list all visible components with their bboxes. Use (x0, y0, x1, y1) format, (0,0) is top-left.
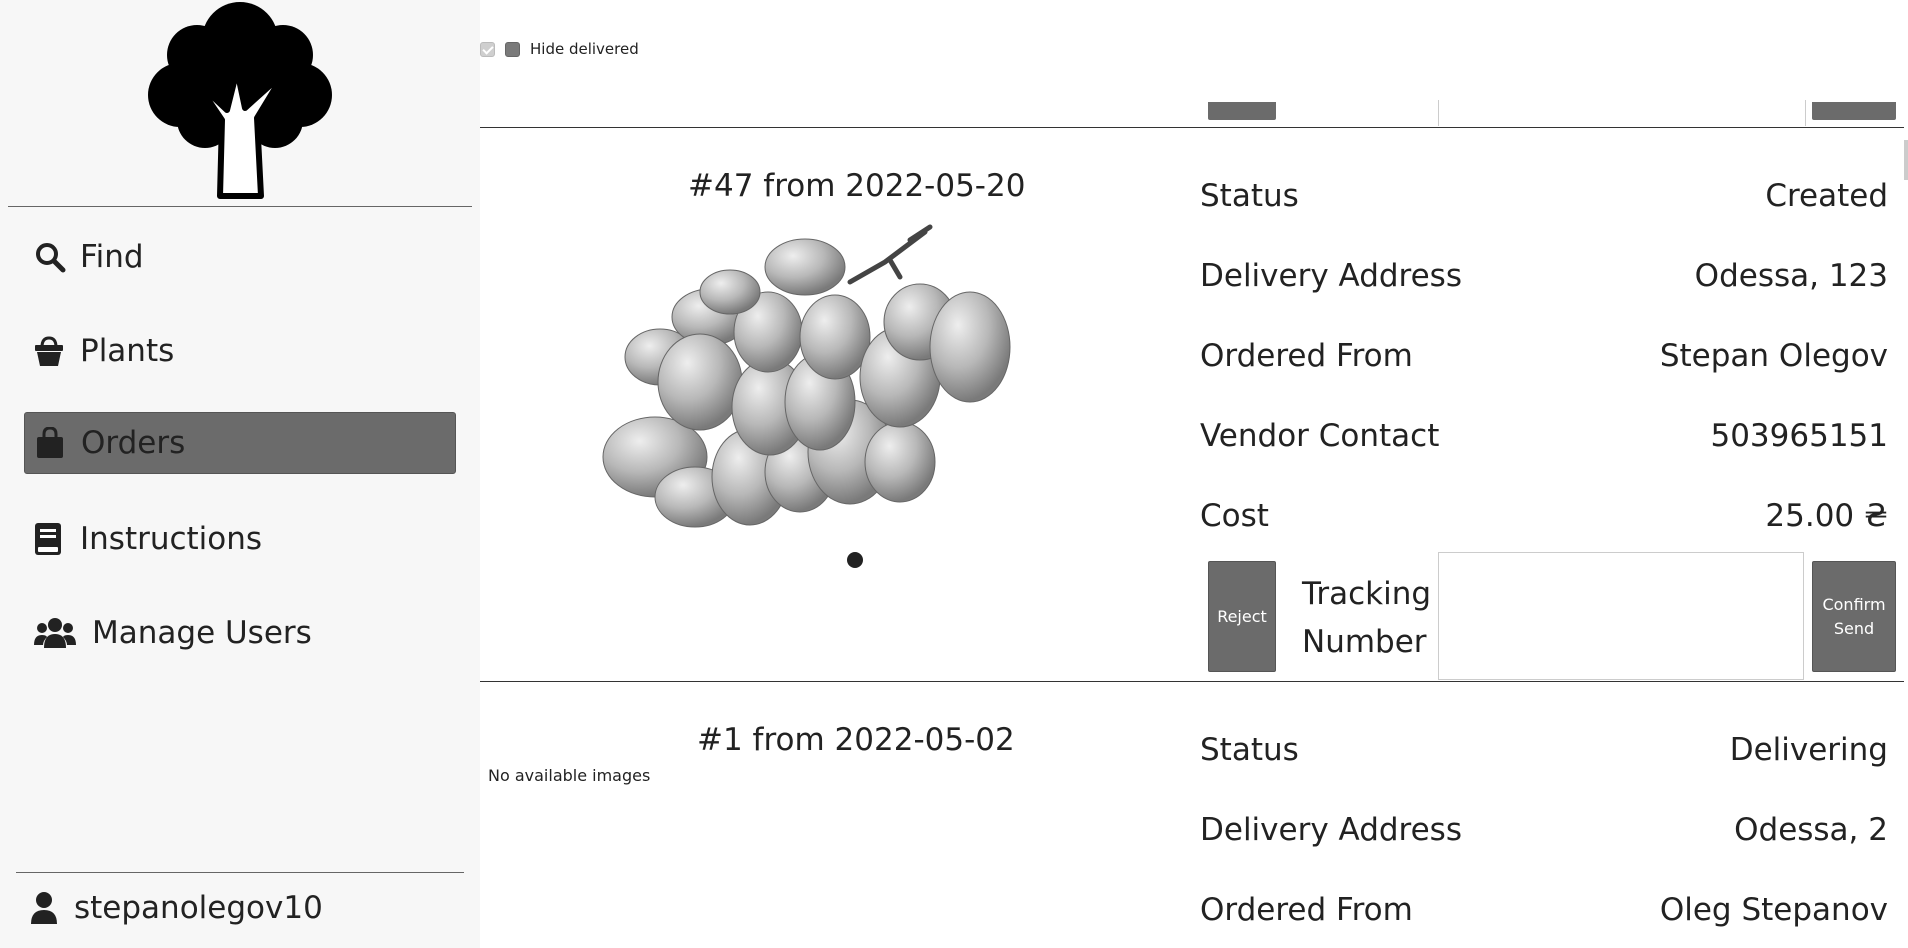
users-icon (24, 616, 92, 650)
status-row: Status Delivering (1200, 730, 1888, 770)
status-label: Status (1200, 178, 1299, 214)
status-row: Status Created (1200, 176, 1888, 216)
order-title: #1 from 2022-05-02 (697, 722, 1015, 758)
delivery-address-value: Odessa, 123 (1694, 258, 1888, 294)
book-icon (24, 522, 80, 556)
username: stepanolegov10 (74, 890, 323, 926)
disabled-checkbox (480, 41, 495, 57)
delivery-address-label: Delivery Address (1200, 812, 1462, 848)
sidebar-item-label: Orders (81, 425, 186, 461)
status-value: Created (1765, 178, 1888, 214)
sidebar-item-manage-users[interactable]: Manage Users (24, 602, 456, 664)
no-images-text: No available images (488, 766, 651, 785)
hide-delivered-label: Hide delivered (530, 40, 639, 58)
status-label: Status (1200, 732, 1299, 768)
vendor-contact-row: Vendor Contact 503965151 (1200, 416, 1888, 456)
previous-confirm-button[interactable] (1812, 102, 1896, 120)
user-profile[interactable]: stepanolegov10 (30, 884, 323, 932)
user-icon (31, 892, 57, 924)
sidebar: Find Plants Orders Instructions Manage U… (0, 0, 480, 948)
filter-row: Hide delivered (480, 40, 639, 58)
reject-button[interactable]: Reject (1208, 561, 1276, 672)
confirm-send-button[interactable]: Confirm Send (1812, 561, 1896, 672)
search-icon (24, 240, 80, 274)
cost-value: 25.00 ₴ (1765, 498, 1888, 534)
ordered-from-row: Ordered From Stepan Olegov (1200, 336, 1888, 376)
ordered-from-label: Ordered From (1200, 892, 1413, 928)
vendor-contact-label: Vendor Contact (1200, 418, 1440, 454)
sidebar-item-label: Plants (80, 333, 175, 369)
status-value: Delivering (1729, 732, 1888, 768)
sidebar-item-label: Find (80, 239, 144, 275)
sidebar-item-label: Instructions (80, 521, 263, 557)
previous-tracking-input[interactable] (1438, 100, 1806, 126)
grapes-image (602, 224, 1011, 528)
logo-divider (8, 206, 472, 207)
delivery-address-row: Delivery Address Odessa, 123 (1200, 256, 1888, 296)
tree-logo-icon (148, 2, 332, 199)
orders-panel: Hide delivered #47 from 2022-05-20 Statu… (480, 0, 1908, 948)
ordered-from-value: Oleg Stepanov (1659, 892, 1888, 928)
order-divider (480, 127, 1904, 128)
carousel-indicator[interactable] (847, 552, 863, 568)
delivery-address-row: Delivery Address Odessa, 2 (1200, 810, 1888, 850)
sidebar-item-orders[interactable]: Orders (24, 412, 456, 474)
sidebar-item-label: Manage Users (92, 615, 312, 651)
delivery-address-label: Delivery Address (1200, 258, 1462, 294)
shopping-bag-icon (25, 426, 81, 460)
ordered-from-label: Ordered From (1200, 338, 1413, 374)
user-divider (16, 872, 464, 873)
tracking-number-label: Tracking Number (1302, 576, 1432, 660)
order-title: #47 from 2022-05-20 (688, 168, 1026, 204)
vendor-contact-value: 503965151 (1710, 418, 1888, 454)
scrollbar-thumb[interactable] (1904, 140, 1908, 180)
ordered-from-value: Stepan Olegov (1659, 338, 1888, 374)
cost-label: Cost (1200, 498, 1269, 534)
basket-icon (24, 334, 80, 368)
ordered-from-row: Ordered From Oleg Stepanov (1200, 890, 1888, 930)
delivery-address-value: Odessa, 2 (1734, 812, 1888, 848)
hide-delivered-checkbox[interactable] (505, 41, 520, 57)
tracking-number-input[interactable] (1438, 552, 1804, 680)
previous-reject-button[interactable] (1208, 102, 1276, 120)
sidebar-item-find[interactable]: Find (24, 226, 456, 288)
sidebar-item-instructions[interactable]: Instructions (24, 508, 456, 570)
cost-row: Cost 25.00 ₴ (1200, 496, 1888, 536)
sidebar-item-plants[interactable]: Plants (24, 320, 456, 382)
order-divider (480, 681, 1904, 682)
